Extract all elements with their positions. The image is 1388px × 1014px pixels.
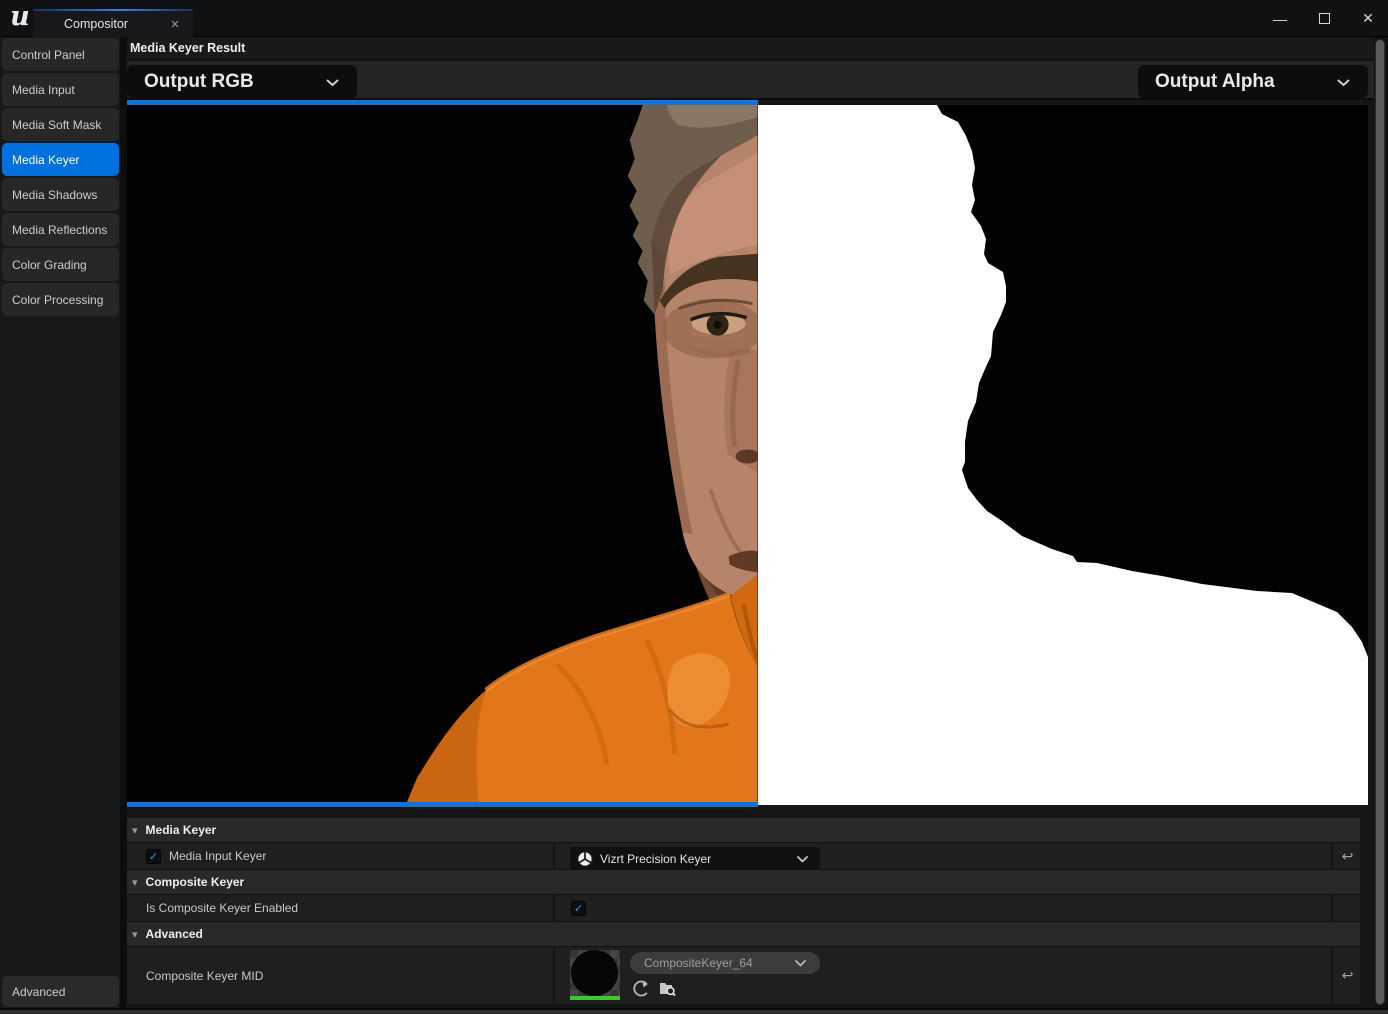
viewer-toolbar: Output RGB Output Alpha xyxy=(127,61,1374,100)
title-bar: u Compositor ✕ — ✕ xyxy=(0,0,1388,37)
sidebar-item-label: Color Grading xyxy=(12,258,87,272)
sidebar-item-advanced[interactable]: Advanced xyxy=(2,976,119,1007)
is-composite-keyer-enabled-checkbox[interactable]: ✓ xyxy=(571,901,586,916)
composite-keyer-mid-dropdown[interactable]: CompositeKeyer_64 xyxy=(630,952,820,974)
section-header-advanced[interactable]: ▾ Advanced xyxy=(127,922,1360,947)
sidebar-item-label: Media Keyer xyxy=(12,153,79,167)
sidebar-item-label: Media Soft Mask xyxy=(12,118,101,132)
media-input-keyer-checkbox[interactable]: ✓ xyxy=(146,849,161,864)
vertical-scrollbar-thumb[interactable] xyxy=(1375,39,1385,1005)
keyed-person-image xyxy=(127,105,758,802)
vertical-scrollbar xyxy=(1374,37,1388,1010)
section-title: Composite Keyer xyxy=(146,875,245,889)
browse-to-asset-button[interactable] xyxy=(659,980,677,997)
alpha-matte-image xyxy=(758,105,1368,805)
sidebar-item-label: Control Panel xyxy=(12,48,85,62)
tab-label: Compositor xyxy=(33,11,159,37)
details-panel: ▾ Media Keyer ✓ Media Input Keyer xyxy=(127,818,1360,1005)
use-selected-asset-button[interactable] xyxy=(633,980,650,997)
sidebar-item-media-reflections[interactable]: Media Reflections xyxy=(2,213,119,246)
window-maximize-button[interactable] xyxy=(1312,7,1336,31)
chevron-down-icon xyxy=(795,960,806,967)
chevron-down-icon xyxy=(326,79,339,87)
collapse-triangle-icon: ▾ xyxy=(132,824,138,837)
class-icon xyxy=(577,851,593,867)
section-header-media-keyer[interactable]: ▾ Media Keyer xyxy=(127,818,1360,843)
tab-close-icon[interactable]: ✕ xyxy=(167,17,183,33)
section-title: Media Keyer xyxy=(146,823,217,837)
tab-compositor[interactable]: Compositor ✕ xyxy=(33,9,193,37)
sidebar-item-label: Media Reflections xyxy=(12,223,107,237)
maximize-icon xyxy=(1319,13,1330,24)
section-title: Advanced xyxy=(146,927,203,941)
material-thumbnail-type-bar xyxy=(570,996,620,1000)
chevron-down-icon xyxy=(1337,79,1350,87)
sidebar-item-media-keyer[interactable]: Media Keyer xyxy=(2,143,119,176)
material-thumbnail[interactable] xyxy=(570,950,620,1000)
sidebar-item-label: Color Processing xyxy=(12,293,103,307)
reset-to-default-button[interactable]: ↩ xyxy=(1342,967,1354,984)
sidebar-item-media-soft-mask[interactable]: Media Soft Mask xyxy=(2,108,119,141)
window-bottom-edge xyxy=(0,1010,1388,1014)
rgb-viewport-bottom-border xyxy=(127,802,758,807)
chevron-down-icon xyxy=(797,856,808,863)
alpha-preview-viewport[interactable] xyxy=(758,105,1368,805)
collapse-triangle-icon: ▾ xyxy=(132,928,138,941)
compositor-window: u Compositor ✕ — ✕ Control Panel Media I… xyxy=(0,0,1388,1014)
unreal-logo-icon: u xyxy=(7,0,33,34)
material-thumbnail-sphere xyxy=(571,950,618,996)
output-alpha-dropdown[interactable]: Output Alpha xyxy=(1138,65,1368,98)
sidebar-item-color-grading[interactable]: Color Grading xyxy=(2,248,119,281)
composite-keyer-mid-value: CompositeKeyer_64 xyxy=(644,956,753,970)
sidebar-item-media-shadows[interactable]: Media Shadows xyxy=(2,178,119,211)
reset-to-default-button[interactable]: ↩ xyxy=(1342,848,1354,865)
sidebar-item-control-panel[interactable]: Control Panel xyxy=(2,38,119,71)
keyer-class-value: Vizrt Precision Keyer xyxy=(600,852,711,866)
row-media-input-keyer: ✓ Media Input Keyer Vizrt Precision Keye… xyxy=(127,843,1360,870)
sidebar-item-label: Media Input xyxy=(12,83,75,97)
sidebar-item-color-processing[interactable]: Color Processing xyxy=(2,283,119,316)
output-rgb-dropdown[interactable]: Output RGB xyxy=(127,65,357,98)
keyer-class-dropdown[interactable]: Vizrt Precision Keyer xyxy=(570,847,820,870)
window-close-button[interactable]: ✕ xyxy=(1356,7,1380,31)
output-alpha-label: Output Alpha xyxy=(1155,71,1275,93)
collapse-triangle-icon: ▾ xyxy=(132,876,138,889)
window-minimize-button[interactable]: — xyxy=(1268,7,1292,31)
property-label: Composite Keyer MID xyxy=(146,969,263,983)
row-composite-keyer-mid: Composite Keyer MID CompositeKeyer_64 xyxy=(127,947,1360,1005)
viewer-panel: Media Keyer Result Output RGB Output Alp… xyxy=(127,37,1388,1014)
viewer-title: Media Keyer Result xyxy=(127,37,1374,60)
row-is-composite-keyer-enabled: Is Composite Keyer Enabled ✓ xyxy=(127,895,1360,922)
property-label: Is Composite Keyer Enabled xyxy=(146,901,298,915)
sidebar-item-label: Media Shadows xyxy=(12,188,97,202)
property-label: Media Input Keyer xyxy=(169,849,266,863)
section-header-composite-keyer[interactable]: ▾ Composite Keyer xyxy=(127,870,1360,895)
sidebar-divider xyxy=(120,37,127,1014)
output-rgb-label: Output RGB xyxy=(144,71,254,93)
sidebar-item-media-input[interactable]: Media Input xyxy=(2,73,119,106)
sidebar-item-label: Advanced xyxy=(12,985,65,999)
sidebar: Control Panel Media Input Media Soft Mas… xyxy=(0,37,120,1010)
rgb-preview-viewport[interactable] xyxy=(127,105,758,802)
